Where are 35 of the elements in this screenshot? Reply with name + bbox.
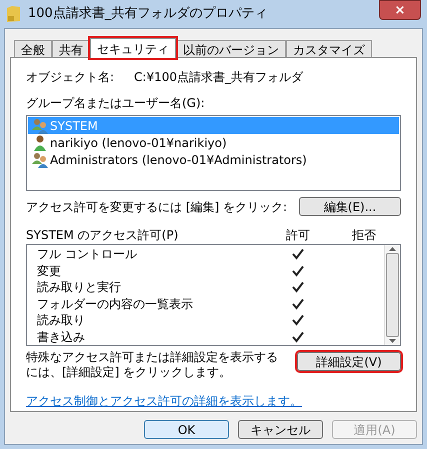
group-list-item[interactable]: Administrators (lenovo-01¥Administrators) xyxy=(28,151,399,168)
group-list-label: グループ名またはユーザー名(G): xyxy=(26,95,206,112)
user-group-icon xyxy=(32,152,48,168)
tab[interactable]: セキュリティ xyxy=(90,38,176,58)
edit-hint: アクセス許可を変更するには [編集] をクリック: xyxy=(26,198,288,216)
object-name-label: オブジェクト名: xyxy=(26,69,114,86)
allow-header: 許可 xyxy=(285,227,311,244)
tab[interactable]: 全般 xyxy=(14,40,52,57)
help-link[interactable]: アクセス制御とアクセス許可の詳細を表示します。 xyxy=(26,392,401,410)
close-button[interactable]: × xyxy=(379,0,421,20)
permission-name: 変更 xyxy=(37,262,62,280)
permission-name: フル コントロール xyxy=(37,246,138,264)
dialog-button[interactable]: キャンセル xyxy=(238,420,323,439)
permission-name: 読み取りと実行 xyxy=(37,279,122,296)
dialog-button[interactable]: OK xyxy=(144,420,229,439)
deny-header: 拒否 xyxy=(351,227,377,244)
permission-name: フォルダーの内容の一覧表示 xyxy=(37,296,194,313)
advanced-hint: 特殊なアクセス許可または詳細設定を表示するには、[詳細設定] をクリックします。 xyxy=(26,350,279,380)
tab[interactable]: 以前のバージョン xyxy=(176,40,286,57)
tab[interactable]: カスタマイズ xyxy=(286,40,372,57)
advanced-button[interactable]: 詳細設定(V) xyxy=(297,352,401,371)
scrollbar[interactable] xyxy=(384,245,400,345)
window-title: 100点請求書_共有フォルダのプロパティ xyxy=(28,5,268,24)
tab[interactable]: 共有 xyxy=(52,40,90,57)
scroll-up-icon[interactable] xyxy=(389,247,396,251)
object-name-value: C:¥100点請求書_共有フォルダ xyxy=(134,69,304,86)
folder-lock-icon xyxy=(6,5,22,23)
user-icon xyxy=(32,134,48,150)
group-list-item[interactable]: narikiyo (lenovo-01¥narikiyo) xyxy=(28,134,399,151)
permission-name: 書き込み xyxy=(37,328,86,346)
permissions-label: SYSTEM のアクセス許可(P) xyxy=(26,227,180,244)
permission-name: 読み取り xyxy=(37,312,86,330)
user-group-icon xyxy=(32,118,48,134)
scroll-down-icon[interactable] xyxy=(389,339,396,343)
edit-button[interactable]: 編集(E)... xyxy=(299,197,401,216)
